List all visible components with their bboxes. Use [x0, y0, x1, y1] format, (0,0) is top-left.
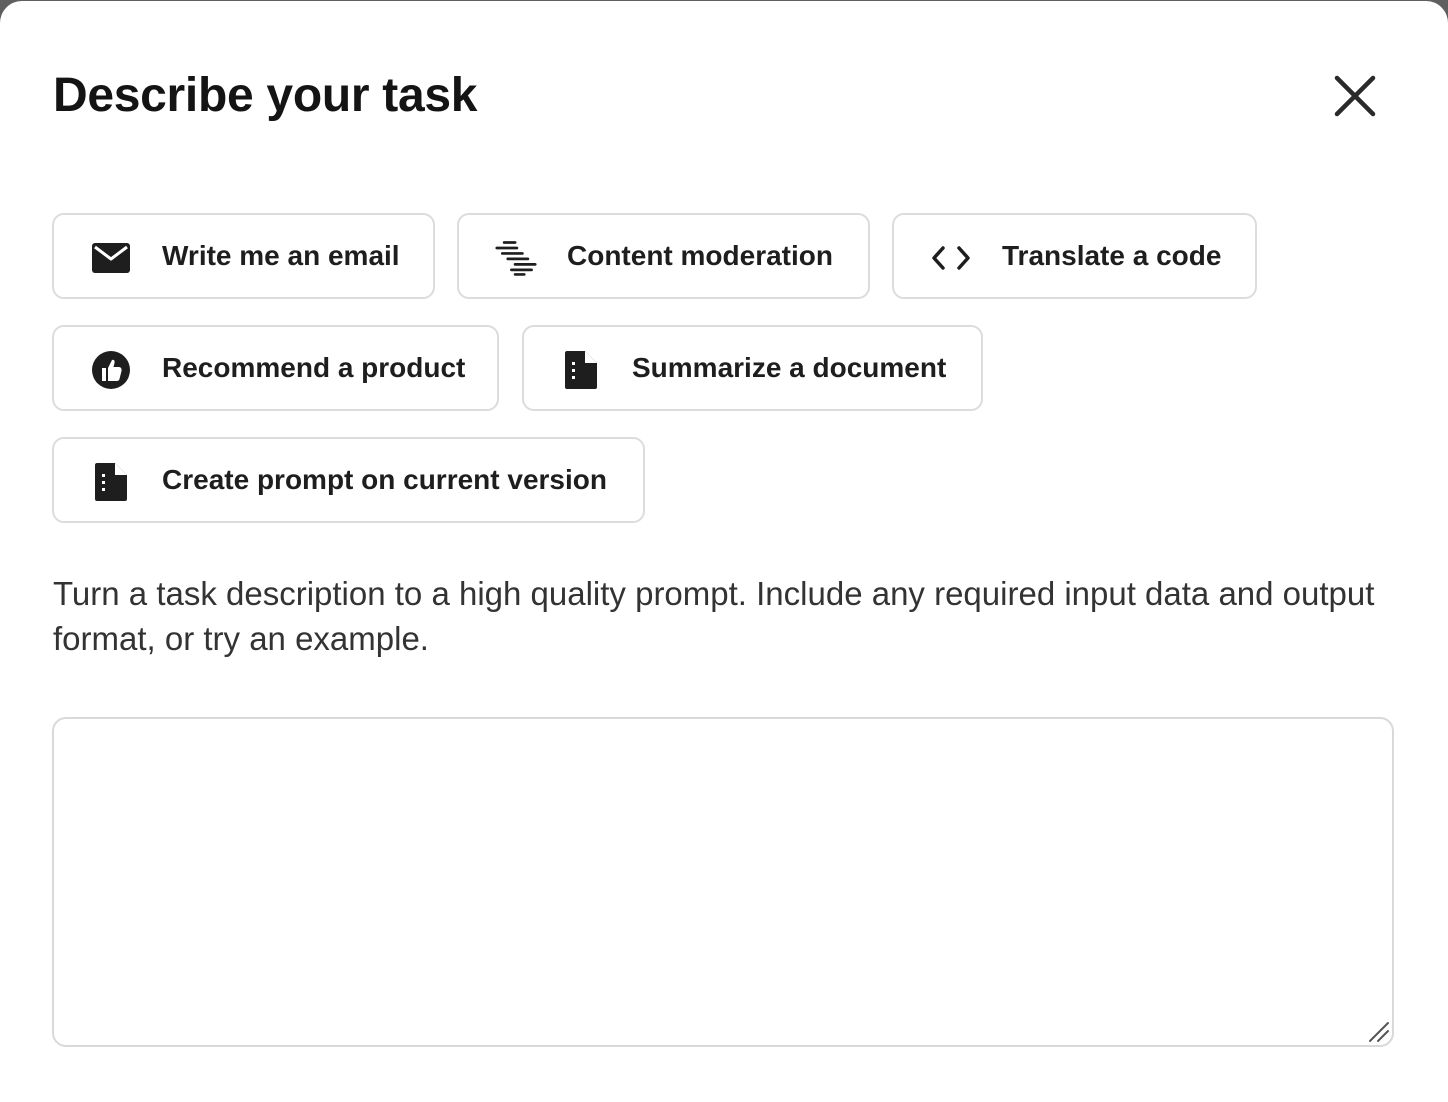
- example-label: Create prompt on current version: [162, 464, 607, 495]
- envelope-icon: [90, 237, 132, 279]
- example-translate-code-button[interactable]: Translate a code: [892, 213, 1257, 299]
- example-recommend-product-button[interactable]: Recommend a product: [52, 325, 499, 411]
- example-label: Write me an email: [162, 240, 400, 271]
- close-button[interactable]: [1326, 67, 1384, 125]
- example-content-moderation-button[interactable]: Content moderation: [457, 213, 870, 299]
- example-label: Summarize a document: [632, 352, 947, 383]
- example-write-email-button[interactable]: Write me an email: [52, 213, 435, 299]
- document-icon: [560, 349, 602, 391]
- document-icon: [90, 461, 132, 503]
- example-summarize-document-button[interactable]: Summarize a document: [522, 325, 983, 411]
- example-label: Content moderation: [567, 240, 833, 271]
- close-icon: [1334, 75, 1376, 117]
- dialog-description: Turn a task description to a high qualit…: [53, 575, 1375, 657]
- stacked-lines-icon: [495, 237, 537, 279]
- example-create-prompt-current-version-button[interactable]: Create prompt on current version: [52, 437, 645, 523]
- task-dialog: Describe your task Write me an email Con…: [0, 1, 1448, 1102]
- dialog-title: Describe your task: [53, 69, 478, 122]
- thumbs-up-icon: [90, 349, 132, 391]
- example-label: Translate a code: [1002, 240, 1222, 271]
- example-label: Recommend a product: [162, 352, 466, 383]
- code-brackets-icon: [930, 237, 972, 279]
- task-description-input[interactable]: [52, 717, 1394, 1047]
- resize-handle-icon[interactable]: [1366, 1019, 1390, 1043]
